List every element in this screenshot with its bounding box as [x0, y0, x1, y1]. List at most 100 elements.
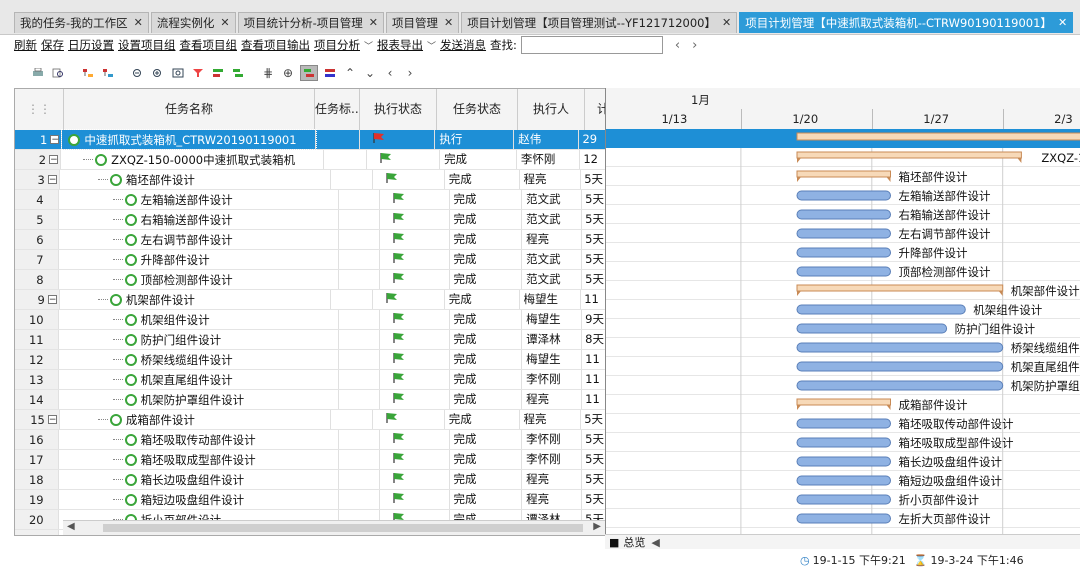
task-name-cell[interactable]: ZXQZ-150-0000中速抓取式装箱机 — [61, 150, 324, 169]
chevron-down-icon[interactable]: ﹀ — [427, 39, 436, 52]
col-task-code[interactable]: 任务标... — [315, 89, 360, 130]
gantt-view-icon[interactable] — [300, 65, 318, 81]
person-cell[interactable]: 范文武 — [522, 190, 583, 209]
duration-cell[interactable]: 11 — [582, 370, 605, 389]
task-status-cell[interactable]: 完成 — [450, 330, 523, 349]
table-row[interactable]: 10 机架组件设计 完成 梅望生 9天 — [15, 310, 605, 330]
baseline-icon[interactable] — [210, 66, 226, 80]
task-status-cell[interactable]: 完成 — [450, 430, 523, 449]
scroll-left-arrow[interactable]: ◀ — [67, 521, 75, 532]
task-status-cell[interactable]: 完成 — [450, 190, 523, 209]
menu-item-2[interactable]: 日历设置 — [68, 37, 114, 53]
task-status-cell[interactable]: 完成 — [450, 450, 523, 469]
exec-status-cell[interactable] — [380, 330, 450, 349]
task-code-cell[interactable] — [339, 190, 380, 209]
table-row[interactable]: 15− 成箱部件设计 完成 程亮 5天 — [15, 410, 605, 430]
exec-status-cell[interactable] — [367, 150, 441, 169]
duration-cell[interactable]: 5天 — [582, 450, 605, 469]
person-cell[interactable]: 程亮 — [522, 230, 583, 249]
task-status-cell[interactable]: 完成 — [445, 290, 520, 309]
exec-status-cell[interactable] — [380, 230, 450, 249]
task-name-cell[interactable]: 机架直尾组件设计 — [59, 370, 340, 389]
task-code-cell[interactable] — [324, 150, 367, 169]
menu-item-6[interactable]: 项目分析 — [314, 37, 360, 53]
next-arrow-icon[interactable]: › — [692, 38, 697, 53]
duration-cell[interactable]: 5天 — [582, 270, 605, 289]
person-cell[interactable]: 李怀刚 — [522, 450, 583, 469]
menu-item-1[interactable]: 保存 — [41, 37, 64, 53]
collapse-toggle-icon[interactable]: − — [47, 295, 57, 305]
task-status-cell[interactable]: 完成 — [450, 210, 523, 229]
tab-5[interactable]: 项目计划管理【中速抓取式装箱机--CTRW90190119001】 ✕ — [739, 12, 1074, 33]
close-icon[interactable]: ✕ — [1058, 13, 1067, 33]
task-name-cell[interactable]: 机架部件设计 — [60, 290, 332, 309]
task-code-cell[interactable] — [339, 430, 380, 449]
menu-item-8[interactable]: 发送消息 — [440, 37, 486, 53]
outdent-icon[interactable] — [100, 66, 116, 80]
task-code-cell[interactable] — [339, 350, 380, 369]
task-status-cell[interactable]: 完成 — [450, 250, 523, 269]
task-name-cell[interactable]: 箱坯吸取成型部件设计 — [59, 450, 340, 469]
zoom-fit-icon[interactable] — [170, 66, 186, 80]
print-icon[interactable] — [30, 66, 46, 80]
collapse-toggle-icon[interactable]: − — [47, 175, 57, 185]
task-name-cell[interactable]: 箱短边吸盘组件设计 — [59, 490, 340, 509]
filter-icon[interactable] — [190, 66, 206, 80]
task-status-cell[interactable]: 完成 — [450, 310, 523, 329]
task-name-cell[interactable]: 机架防护罩组件设计 — [59, 390, 340, 409]
person-cell[interactable]: 程亮 — [522, 390, 583, 409]
collapse-toggle-icon[interactable]: − — [50, 135, 60, 145]
zoom-out-icon[interactable] — [150, 66, 166, 80]
exec-status-cell[interactable] — [380, 450, 450, 469]
exec-status-cell[interactable] — [380, 310, 450, 329]
table-row[interactable]: 1− 中速抓取式装箱机_CTRW20190119001 执行 赵伟 29 — [15, 129, 605, 150]
col-duration[interactable]: 计 — [585, 89, 605, 130]
duration-cell[interactable]: 11 — [581, 290, 605, 309]
person-cell[interactable]: 赵伟 — [514, 130, 580, 149]
table-row[interactable]: 2− ZXQZ-150-0000中速抓取式装箱机 完成 李怀刚 12 — [15, 150, 605, 170]
col-person[interactable]: 执行人 — [518, 89, 585, 130]
exec-status-cell[interactable] — [380, 390, 450, 409]
task-name-cell[interactable]: 箱长边吸盘组件设计 — [59, 470, 340, 489]
task-status-cell[interactable]: 完成 — [440, 150, 517, 169]
table-row[interactable]: 16 箱坯吸取传动部件设计 完成 李怀刚 5天 — [15, 430, 605, 450]
exec-status-cell[interactable] — [380, 490, 450, 509]
collapse-toggle-icon[interactable]: − — [49, 155, 59, 165]
task-code-cell[interactable] — [339, 230, 380, 249]
duration-cell[interactable]: 5天 — [582, 430, 605, 449]
person-cell[interactable]: 李怀刚 — [517, 150, 581, 169]
table-row[interactable]: 9− 机架部件设计 完成 梅望生 11 — [15, 290, 605, 310]
task-code-cell[interactable] — [331, 410, 374, 429]
exec-status-cell[interactable] — [380, 470, 450, 489]
menu-item-7[interactable]: 报表导出 — [377, 37, 423, 53]
task-name-cell[interactable]: 防护门组件设计 — [59, 330, 340, 349]
task-status-cell[interactable]: 完成 — [450, 470, 523, 489]
exec-status-cell[interactable] — [380, 270, 450, 289]
split-view-icon[interactable] — [322, 66, 338, 80]
tab-1[interactable]: 流程实例化 ✕ — [150, 12, 236, 33]
duration-cell[interactable]: 5天 — [582, 490, 605, 509]
table-row[interactable]: 19 箱短边吸盘组件设计 完成 程亮 5天 — [15, 490, 605, 510]
task-code-cell[interactable] — [339, 370, 380, 389]
grid-hscrollbar[interactable]: ◀ ▶ — [63, 520, 605, 535]
close-icon[interactable]: ✕ — [220, 13, 229, 33]
overview-label[interactable]: 总览 — [623, 534, 645, 550]
duration-cell[interactable]: 5天 — [582, 470, 605, 489]
exec-status-cell[interactable] — [373, 170, 445, 189]
tab-2[interactable]: 项目统计分析-项目管理 ✕ — [237, 12, 384, 33]
task-code-cell[interactable] — [331, 170, 374, 189]
task-status-cell[interactable]: 完成 — [445, 170, 520, 189]
task-code-cell[interactable] — [339, 490, 380, 509]
tab-4[interactable]: 项目计划管理【项目管理测试--YF121712000】 ✕ — [461, 12, 738, 33]
person-cell[interactable]: 范文武 — [522, 210, 583, 229]
table-row[interactable]: 5 右箱输送部件设计 完成 范文武 5天 — [15, 210, 605, 230]
person-cell[interactable]: 程亮 — [520, 170, 582, 189]
person-cell[interactable]: 程亮 — [522, 470, 583, 489]
person-cell[interactable]: 梅望生 — [522, 310, 583, 329]
duration-cell[interactable]: 8天 — [582, 330, 605, 349]
task-code-cell[interactable] — [339, 270, 380, 289]
exec-status-cell[interactable] — [380, 190, 450, 209]
tab-0[interactable]: 我的任务-我的工作区 ✕ — [14, 12, 149, 33]
scroll-right-arrow[interactable]: ▶ — [593, 521, 601, 532]
critical-path-icon[interactable] — [230, 66, 246, 80]
